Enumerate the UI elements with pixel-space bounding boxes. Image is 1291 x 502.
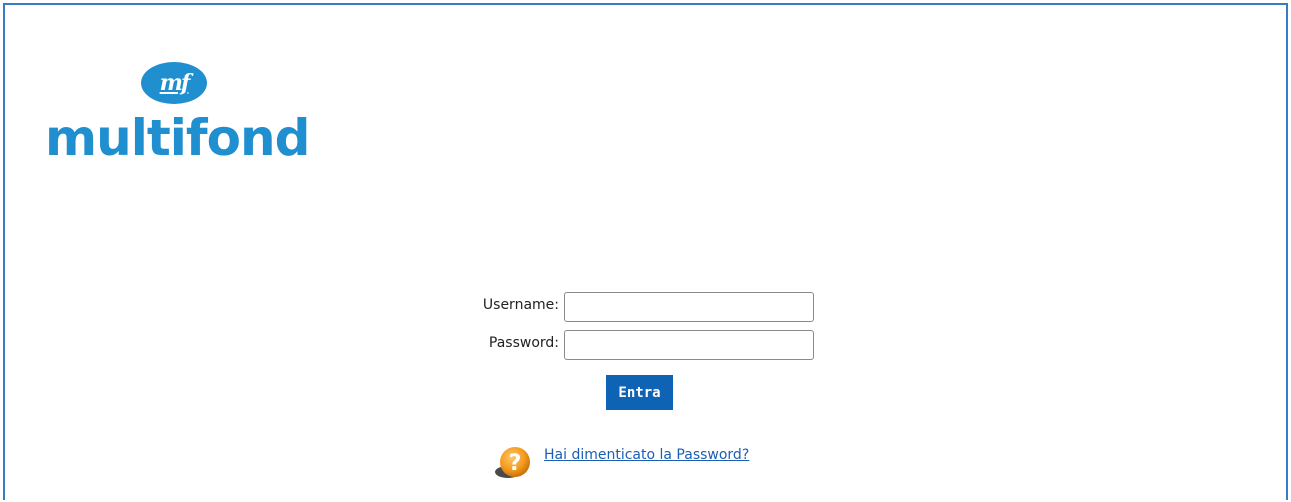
username-input[interactable]	[564, 292, 814, 322]
login-button[interactable]: Entra	[606, 375, 673, 410]
password-input[interactable]	[564, 330, 814, 360]
forgot-password-link[interactable]: Hai dimenticato la Password?	[544, 447, 749, 463]
logo-wordmark: multifond	[45, 109, 310, 167]
password-row: Password:	[445, 329, 865, 363]
logo-badge: mf	[141, 62, 207, 104]
username-label: Username:	[482, 297, 559, 313]
page-frame: mf multifond Username: Password: Entra ?…	[3, 3, 1288, 500]
multifond-logo: mf multifond	[45, 60, 310, 175]
password-label: Password:	[488, 335, 559, 351]
forgot-password-row: ? Hai dimenticato la Password?	[493, 443, 833, 483]
username-row: Username:	[445, 291, 865, 325]
help-question-icon: ?	[493, 445, 533, 481]
svg-text:?: ?	[509, 451, 522, 476]
